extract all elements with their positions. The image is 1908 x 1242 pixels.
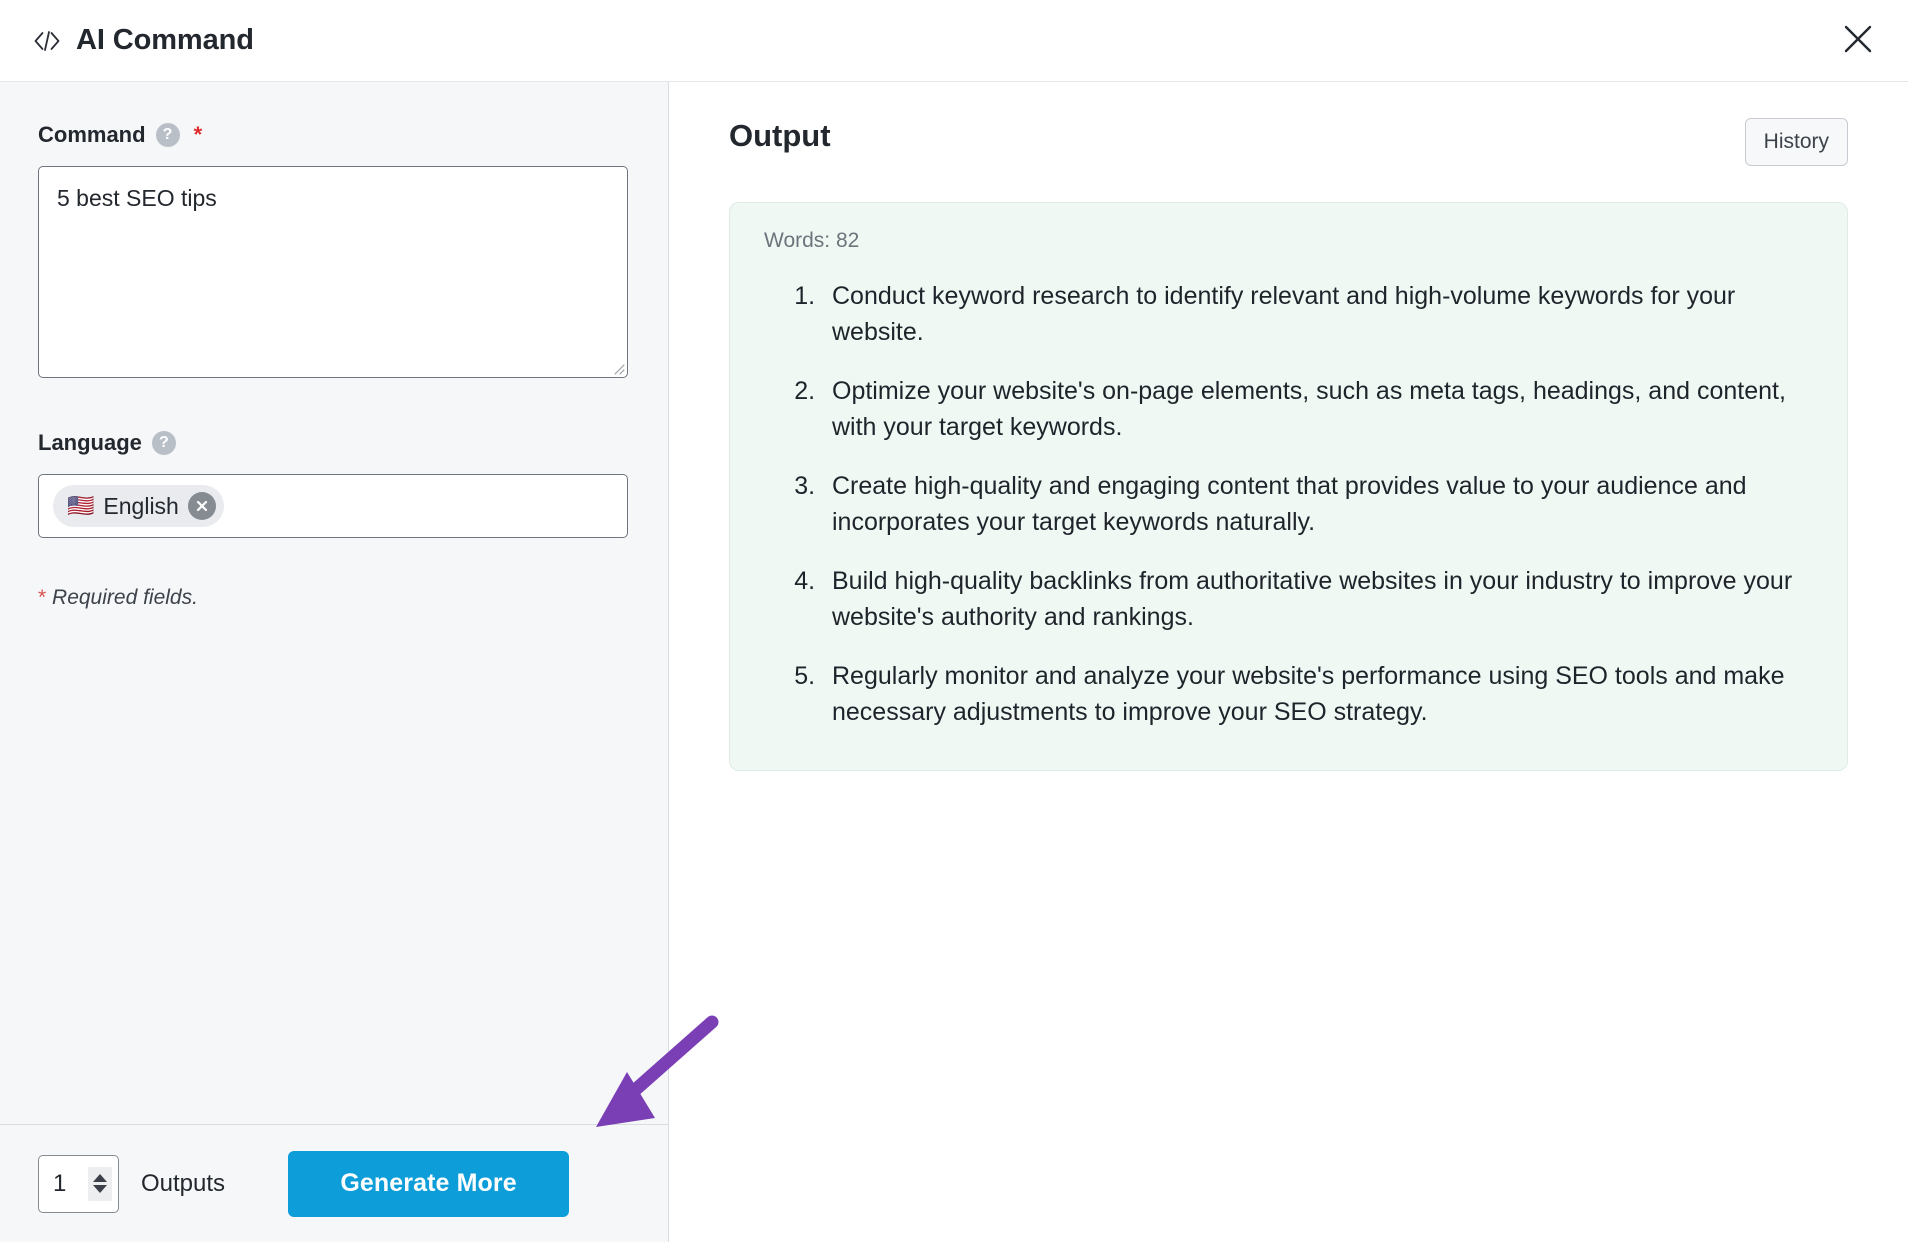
close-circle-icon[interactable] <box>187 492 216 520</box>
outputs-count-value: 1 <box>53 1169 67 1197</box>
language-chip-label: English <box>103 492 179 519</box>
output-panel: Output History Words: 82 Conduct keyword… <box>669 82 1908 1242</box>
language-select[interactable]: 🇺🇸 English <box>38 474 628 538</box>
list-item: Create high-quality and engaging content… <box>822 469 1813 540</box>
output-header: Output History <box>729 118 1848 166</box>
stepper-arrows[interactable] <box>88 1166 112 1201</box>
command-label-row: Command ? * <box>38 122 630 148</box>
required-fields-note: * Required fields. <box>38 586 630 610</box>
required-note-asterisk: * <box>38 586 47 609</box>
history-button[interactable]: History <box>1744 118 1848 166</box>
modal-titlebar: AI Command <box>0 0 1908 82</box>
command-input-wrapper <box>38 166 628 378</box>
code-icon <box>30 24 64 58</box>
close-icon <box>1841 22 1875 59</box>
language-chip: 🇺🇸 English <box>53 485 224 527</box>
output-result-card: Words: 82 Conduct keyword research to id… <box>729 202 1848 771</box>
help-circle-icon[interactable]: ? <box>155 123 180 147</box>
list-item: Build high-quality backlinks from author… <box>822 564 1813 635</box>
ai-command-modal: AI Command Command ? * 5 best SEO tips L… <box>0 0 1908 1242</box>
close-button[interactable] <box>1834 17 1882 65</box>
list-item: Conduct keyword research to identify rel… <box>822 279 1813 350</box>
command-input[interactable] <box>38 166 628 378</box>
list-item: Optimize your website's on-page elements… <box>822 374 1813 445</box>
chevron-down-icon[interactable] <box>93 1185 107 1193</box>
language-label-row: Language ? <box>38 430 630 456</box>
command-label: Command <box>38 122 146 147</box>
output-title: Output <box>729 118 831 153</box>
outputs-count-stepper[interactable]: 1 <box>38 1154 119 1213</box>
form-panel: Command ? * Language ? <box>0 82 669 1242</box>
us-flag-icon: 🇺🇸 <box>67 493 95 518</box>
help-circle-icon[interactable]: ? <box>151 431 176 455</box>
generate-more-button[interactable]: Generate More <box>288 1150 570 1217</box>
form-footer: 1 Outputs Generate More <box>0 1124 668 1242</box>
language-label: Language <box>38 430 142 455</box>
form-fields: Command ? * Language ? <box>0 82 668 1124</box>
page-title: AI Command <box>76 24 254 56</box>
required-note-text: Required fields. <box>46 586 198 609</box>
word-count-label: Words: 82 <box>764 229 860 252</box>
modal-body: Command ? * Language ? <box>0 82 1908 1242</box>
chevron-up-icon[interactable] <box>93 1174 107 1182</box>
required-asterisk: * <box>193 122 203 147</box>
list-item: Regularly monitor and analyze your websi… <box>822 659 1813 730</box>
language-field: Language ? 🇺🇸 English <box>38 430 630 538</box>
output-list: Conduct keyword research to identify rel… <box>764 279 1813 730</box>
outputs-label: Outputs <box>141 1169 226 1197</box>
